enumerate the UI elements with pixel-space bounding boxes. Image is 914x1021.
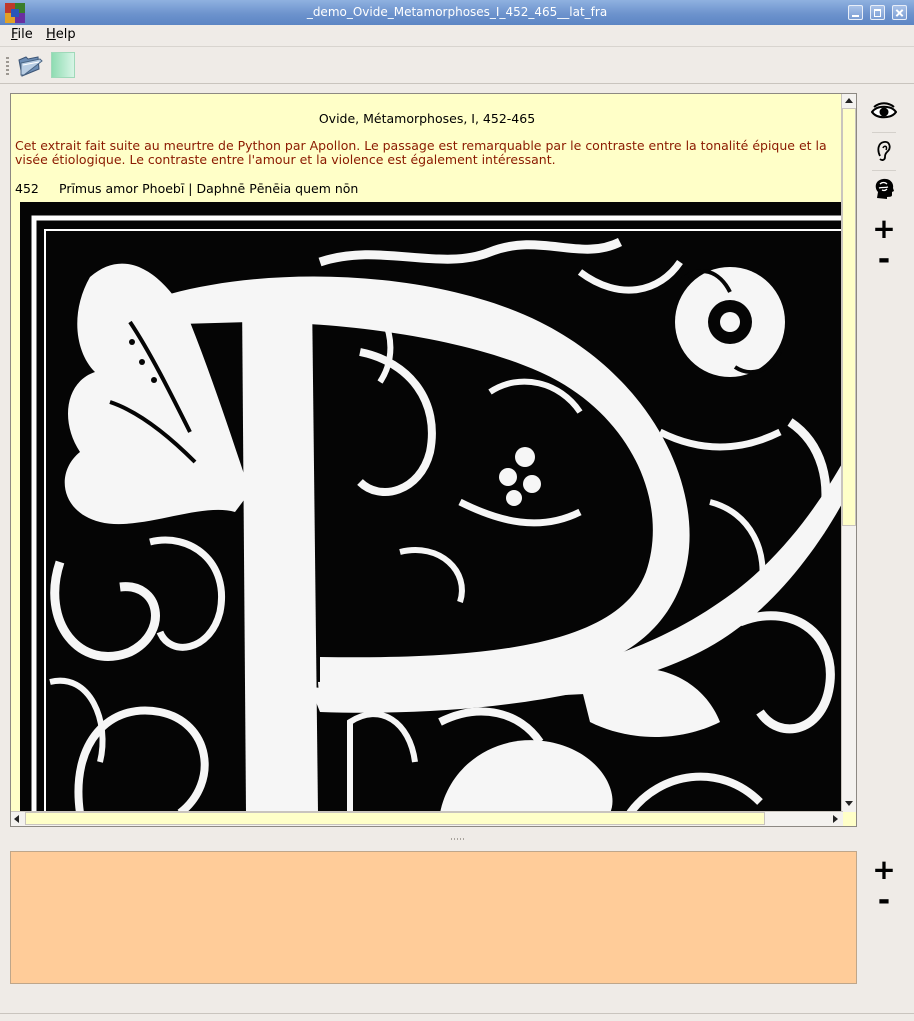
menu-file-label: ile <box>17 27 33 42</box>
scroll-up-arrow-icon[interactable] <box>845 98 853 103</box>
zoom-out-icon[interactable]: - <box>870 245 898 275</box>
verse-line[interactable]: 452 Prīmus amor Phoebī | Daphnē Pēnēia qu… <box>15 181 358 196</box>
toolbar <box>0 46 914 84</box>
menu-help[interactable]: Help <box>46 27 76 42</box>
menu-bar: File Help <box>0 25 914 45</box>
head-brain-icon[interactable] <box>870 175 898 203</box>
vertical-scroll-thumb[interactable] <box>842 108 856 526</box>
zoom-out-icon[interactable]: - <box>870 886 898 916</box>
window-title: _demo_Ovide_Metamorphoses_I_452_465__lat… <box>306 5 608 19</box>
horizontal-scroll-thumb[interactable] <box>25 812 765 825</box>
horizontal-scrollbar[interactable] <box>11 811 843 826</box>
verse-text: Prīmus amor Phoebī | Daphnē Pēnēia quem … <box>59 181 359 196</box>
toolbar-grip[interactable] <box>6 57 9 75</box>
splitter-handle[interactable] <box>451 838 465 840</box>
scroll-left-arrow-icon[interactable] <box>14 815 19 823</box>
side-separator <box>872 170 896 171</box>
decorated-initial-image <box>20 202 843 813</box>
menu-help-label: elp <box>55 27 76 42</box>
zoom-in-icon[interactable]: + <box>870 215 898 243</box>
side-separator <box>872 132 896 133</box>
zoom-in-icon[interactable]: + <box>870 856 898 884</box>
ear-icon[interactable] <box>870 137 898 165</box>
menu-help-mnemonic: H <box>46 27 56 42</box>
window-title-bar[interactable]: _demo_Ovide_Metamorphoses_I_452_465__lat… <box>0 0 914 26</box>
open-folder-icon[interactable] <box>16 51 44 79</box>
maximize-icon[interactable] <box>870 5 885 20</box>
intro-paragraph: Cet extrait fait suite au meurtre de Pyt… <box>15 138 827 167</box>
vertical-scrollbar[interactable] <box>841 94 856 812</box>
gradient-color-icon[interactable] <box>51 52 75 78</box>
scroll-right-arrow-icon[interactable] <box>833 815 838 823</box>
close-icon[interactable] <box>892 5 907 20</box>
document-title: Ovide, Métamorphoses, I, 452-465 <box>318 111 536 126</box>
menu-file[interactable]: File <box>11 27 33 42</box>
verse-number: 452 <box>15 181 39 196</box>
eye-icon[interactable] <box>870 98 898 126</box>
lower-panel[interactable] <box>10 851 857 984</box>
minimize-icon[interactable] <box>848 5 863 20</box>
text-panel[interactable]: Ovide, Métamorphoses, I, 452-465 Cet ext… <box>10 93 857 827</box>
scroll-down-arrow-icon[interactable] <box>845 801 853 806</box>
